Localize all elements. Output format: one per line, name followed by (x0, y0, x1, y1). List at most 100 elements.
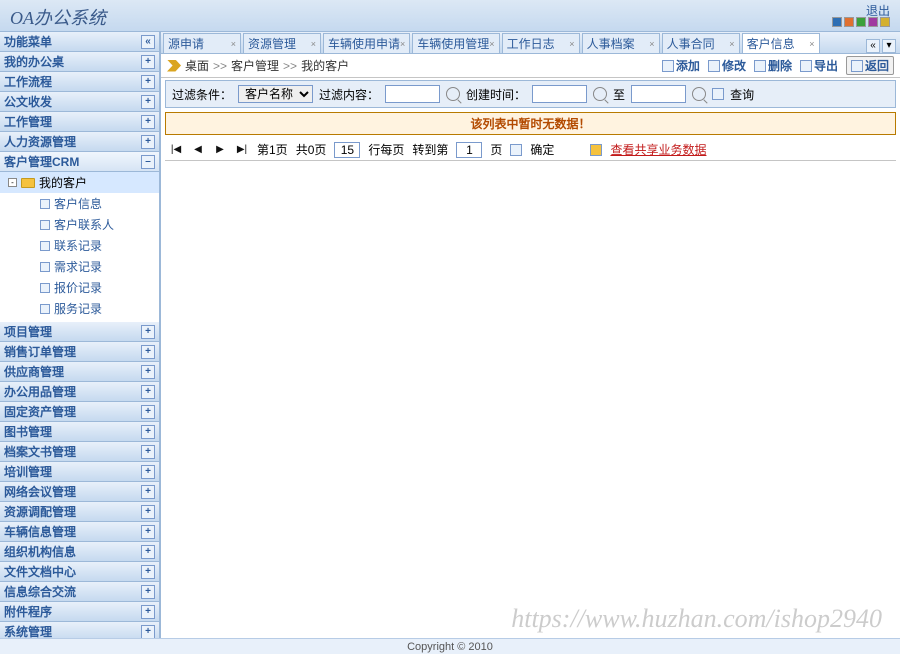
tree-leaf[interactable]: 报价记录 (0, 277, 159, 298)
pager-ok-button[interactable]: 确定 (530, 141, 554, 158)
sidebar-group[interactable]: 人力资源管理+ (0, 132, 159, 152)
minus-icon[interactable]: - (8, 178, 17, 187)
sidebar-group[interactable]: 工作流程+ (0, 72, 159, 92)
sidebar-group[interactable]: 工作管理+ (0, 112, 159, 132)
datepicker-icon[interactable] (692, 87, 706, 101)
pager-goto-input[interactable] (456, 142, 482, 158)
sidebar-group[interactable]: 销售订单管理+ (0, 342, 159, 362)
close-icon[interactable]: × (400, 39, 405, 49)
close-icon[interactable]: × (311, 39, 316, 49)
crumb-p1[interactable]: 客户管理 (231, 57, 279, 74)
expand-icon[interactable]: + (141, 95, 155, 109)
tab-scroll-left[interactable]: « (866, 39, 880, 53)
back-button[interactable]: 返回 (846, 56, 894, 75)
add-button[interactable]: 添加 (662, 57, 700, 74)
datepicker-icon[interactable] (593, 87, 607, 101)
tree-node-my-customers[interactable]: - 我的客户 (0, 172, 159, 193)
sidebar-group[interactable]: 文件文档中心+ (0, 562, 159, 582)
sidebar-group[interactable]: 附件程序+ (0, 602, 159, 622)
close-icon[interactable]: × (569, 39, 574, 49)
theme-chip[interactable] (832, 17, 842, 27)
pager-last[interactable]: ▶| (235, 143, 249, 157)
query-button[interactable]: 查询 (730, 86, 754, 103)
filter-content-input[interactable] (385, 85, 440, 103)
sidebar-group[interactable]: 供应商管理+ (0, 362, 159, 382)
tree-leaf[interactable]: 客户联系人 (0, 214, 159, 235)
expand-icon[interactable]: + (141, 525, 155, 539)
pager-prev[interactable]: ◀ (191, 143, 205, 157)
sidebar-group[interactable]: 固定资产管理+ (0, 402, 159, 422)
expand-icon[interactable]: + (141, 385, 155, 399)
filter-time-to[interactable] (631, 85, 686, 103)
delete-button[interactable]: 删除 (754, 57, 792, 74)
export-button[interactable]: 导出 (800, 57, 838, 74)
crumb-root[interactable]: 桌面 (185, 57, 209, 74)
sidebar-group-crm[interactable]: 客户管理CRM – (0, 152, 159, 172)
close-icon[interactable]: × (489, 39, 494, 49)
collapse-icon[interactable]: « (141, 35, 155, 49)
tab[interactable]: 资源管理× (243, 33, 321, 53)
expand-icon[interactable]: + (141, 325, 155, 339)
expand-icon[interactable]: + (141, 585, 155, 599)
expand-icon[interactable]: + (141, 135, 155, 149)
tab[interactable]: 人事合同× (662, 33, 740, 53)
expand-icon[interactable]: + (141, 425, 155, 439)
sidebar-group[interactable]: 网络会议管理+ (0, 482, 159, 502)
expand-icon[interactable]: + (141, 465, 155, 479)
close-icon[interactable]: × (649, 39, 654, 49)
tab[interactable]: 工作日志× (502, 33, 580, 53)
tab-menu[interactable]: ▾ (882, 39, 896, 53)
tree-leaf[interactable]: 需求记录 (0, 256, 159, 277)
expand-icon[interactable]: + (141, 485, 155, 499)
expand-icon[interactable]: + (141, 625, 155, 639)
pager-per-input[interactable] (334, 142, 360, 158)
sidebar-group[interactable]: 资源调配管理+ (0, 502, 159, 522)
filter-time-from[interactable] (532, 85, 587, 103)
sidebar-group[interactable]: 项目管理+ (0, 322, 159, 342)
theme-chip[interactable] (844, 17, 854, 27)
edit-button[interactable]: 修改 (708, 57, 746, 74)
expand-icon[interactable]: + (141, 365, 155, 379)
close-icon[interactable]: × (231, 39, 236, 49)
expand-icon[interactable]: + (141, 545, 155, 559)
tab[interactable]: 车辆使用申请× (323, 33, 410, 53)
expand-icon[interactable]: + (141, 75, 155, 89)
expand-icon[interactable]: + (141, 565, 155, 579)
expand-icon[interactable]: + (141, 505, 155, 519)
sidebar-group[interactable]: 图书管理+ (0, 422, 159, 442)
theme-chip[interactable] (856, 17, 866, 27)
sidebar-group[interactable]: 培训管理+ (0, 462, 159, 482)
sidebar-group[interactable]: 档案文书管理+ (0, 442, 159, 462)
sidebar-group[interactable]: 公文收发+ (0, 92, 159, 112)
sidebar-group[interactable]: 车辆信息管理+ (0, 522, 159, 542)
sidebar-group[interactable]: 组织机构信息+ (0, 542, 159, 562)
expand-icon[interactable]: + (141, 445, 155, 459)
expand-icon[interactable]: + (141, 405, 155, 419)
expand-icon[interactable]: + (141, 605, 155, 619)
close-icon[interactable]: × (809, 39, 814, 49)
filter-field-select[interactable]: 客户名称 (238, 85, 313, 103)
tab[interactable]: 人事档案× (582, 33, 660, 53)
sidebar-group[interactable]: 我的办公桌+ (0, 52, 159, 72)
tab[interactable]: 客户信息× (742, 33, 820, 53)
search-icon[interactable] (446, 87, 460, 101)
theme-chip[interactable] (868, 17, 878, 27)
expand-icon[interactable]: + (141, 55, 155, 69)
shared-data-link[interactable]: 查看共享业务数据 (610, 141, 706, 158)
sidebar-group[interactable]: 信息综合交流+ (0, 582, 159, 602)
pager-next[interactable]: ▶ (213, 143, 227, 157)
expand-icon[interactable]: + (141, 115, 155, 129)
tab[interactable]: 车辆使用管理× (412, 33, 499, 53)
tree-leaf[interactable]: 客户信息 (0, 193, 159, 214)
pager-first[interactable]: |◀ (169, 143, 183, 157)
tree-leaf[interactable]: 联系记录 (0, 235, 159, 256)
tab[interactable]: 源申请× (163, 33, 241, 53)
close-icon[interactable]: × (729, 39, 734, 49)
crumb-p2[interactable]: 我的客户 (301, 57, 349, 74)
tree-leaf[interactable]: 服务记录 (0, 298, 159, 319)
sidebar-menu-header[interactable]: 功能菜单 « (0, 32, 159, 52)
theme-chip[interactable] (880, 17, 890, 27)
sidebar-group[interactable]: 办公用品管理+ (0, 382, 159, 402)
collapse-icon[interactable]: – (141, 155, 155, 169)
expand-icon[interactable]: + (141, 345, 155, 359)
